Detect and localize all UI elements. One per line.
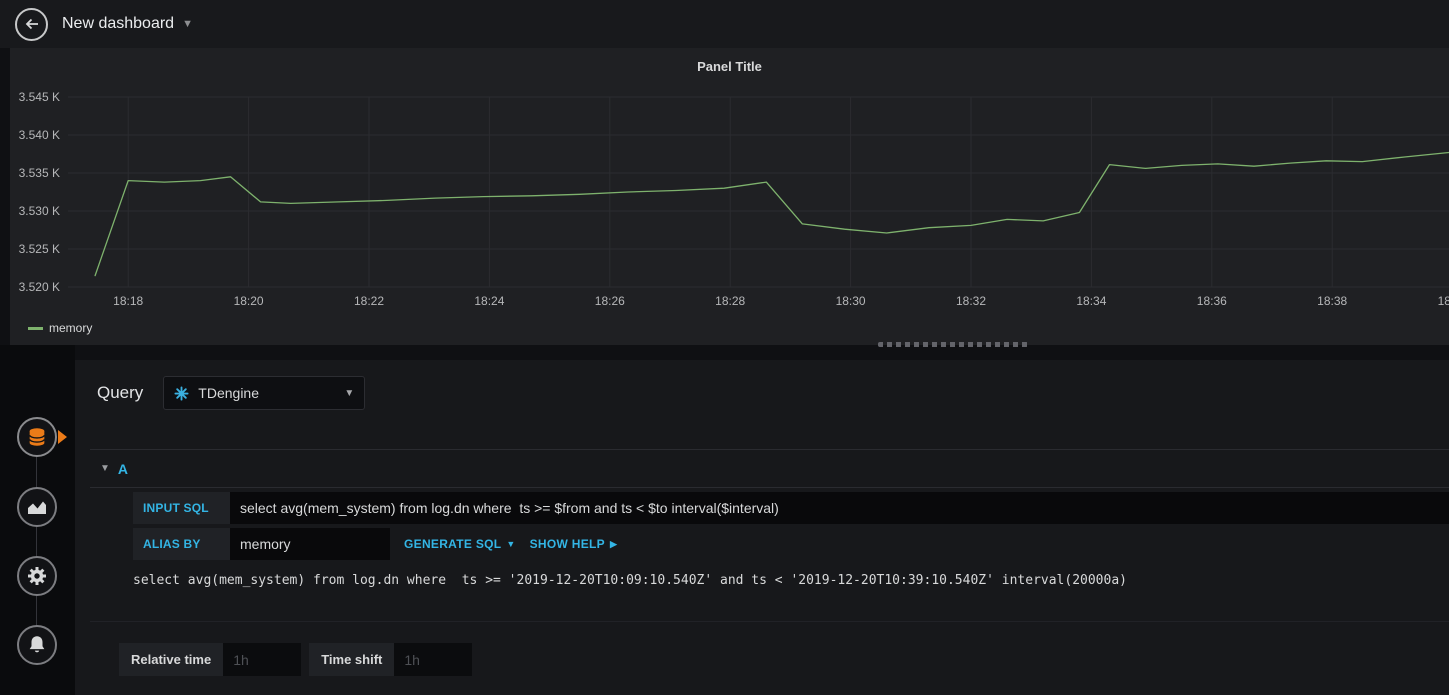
graph-panel: Panel Title 3.545 K 3.540 K 3.535 K 3.530 K… [10,48,1449,345]
svg-text:18:22: 18:22 [354,294,384,308]
svg-text:18:18: 18:18 [113,294,143,308]
legend-label: memory [49,321,93,335]
tab-queries[interactable] [17,417,57,457]
show-help-button[interactable]: SHOW HELP ▶ [530,537,618,551]
query-header: Query TDengine ▼ [97,376,366,410]
svg-text:18:36: 18:36 [1197,294,1227,308]
collapse-caret-icon: ▼ [100,463,110,474]
dashboard-title-dropdown[interactable]: New dashboard ▼ [62,15,193,33]
relative-time-group: Relative time [119,643,302,676]
svg-text:18:26: 18:26 [595,294,625,308]
time-shift-label: Time shift [309,643,395,676]
datasource-name: TDengine [198,385,259,401]
svg-text:18:30: 18:30 [836,294,866,308]
dashboard-title: New dashboard [62,15,175,32]
legend-color-swatch [28,326,43,330]
chevron-down-icon: ▼ [182,17,193,30]
tab-general[interactable] [17,556,57,596]
top-navbar: New dashboard ▼ [0,0,1449,48]
svg-text:18:32: 18:32 [956,294,986,308]
svg-text:18:20: 18:20 [234,294,264,308]
query-section-title: Query [97,383,144,402]
svg-text:18:28: 18:28 [715,294,745,308]
datasource-select[interactable]: TDengine ▼ [163,376,366,410]
svg-text:3.535 K: 3.535 K [19,166,60,180]
svg-text:3.540 K: 3.540 K [19,128,60,142]
bell-icon [29,636,45,653]
alias-by-label: ALIAS BY [133,528,230,560]
section-divider [90,621,1449,622]
svg-text:18:34: 18:34 [1076,294,1106,308]
panel-title[interactable]: Panel Title [10,59,1449,74]
time-shift-input[interactable] [394,643,473,676]
svg-text:18:38: 18:38 [1317,294,1347,308]
chevron-down-icon: ▼ [506,539,516,549]
svg-text:3.525 K: 3.525 K [19,242,60,256]
chart-icon [28,501,46,514]
svg-text:3.545 K: 3.545 K [19,90,60,104]
svg-text:3.520 K: 3.520 K [19,280,60,294]
tab-alert[interactable] [17,625,57,665]
tdengine-logo-icon [174,385,189,401]
input-sql-field[interactable] [230,492,1449,524]
database-icon [28,428,46,446]
svg-text:18:24: 18:24 [474,294,504,308]
generate-sql-button[interactable]: GENERATE SQL ▼ [404,537,516,551]
legend-item-memory[interactable]: memory [28,321,92,335]
tab-connector-line [36,437,37,647]
alias-by-row: ALIAS BY GENERATE SQL ▼ SHOW HELP ▶ [133,528,1449,560]
horizontal-scrollbar[interactable] [878,342,1028,347]
relative-time-input[interactable] [223,643,302,676]
timeseries-chart[interactable]: 3.545 K 3.540 K 3.535 K 3.530 K 3.525 K 3.520… [10,88,1449,323]
active-tab-indicator [58,430,67,444]
chevron-right-icon: ▶ [609,538,618,549]
chevron-down-icon: ▼ [344,387,355,399]
input-sql-label: INPUT SQL [133,492,230,524]
tab-visualization[interactable] [17,487,57,527]
time-shift-group: Time shift [309,643,473,676]
svg-text:3.530 K: 3.530 K [19,204,60,218]
panel-editor-tab-strip [0,345,75,695]
arrow-left-icon [25,18,38,30]
input-sql-row: INPUT SQL [133,492,1449,524]
svg-text:18:40: 18:40 [1438,294,1449,308]
back-button[interactable] [15,7,48,41]
relative-time-label: Relative time [119,643,224,676]
query-time-options: Relative time Time shift [119,643,473,676]
query-editor-section: Query TDengine ▼ ▼ A INPUT SQL ALIAS BY … [75,360,1449,695]
generated-sql-text: select avg(mem_system) from log.dn where… [133,573,1127,588]
query-ref-row[interactable]: ▼ A [90,450,1449,488]
query-ref-id: A [117,460,129,477]
query-row-block: ▼ A INPUT SQL ALIAS BY GENERATE SQL ▼ SH… [90,449,1449,560]
gear-icon [28,567,46,585]
alias-by-field[interactable] [230,528,390,560]
